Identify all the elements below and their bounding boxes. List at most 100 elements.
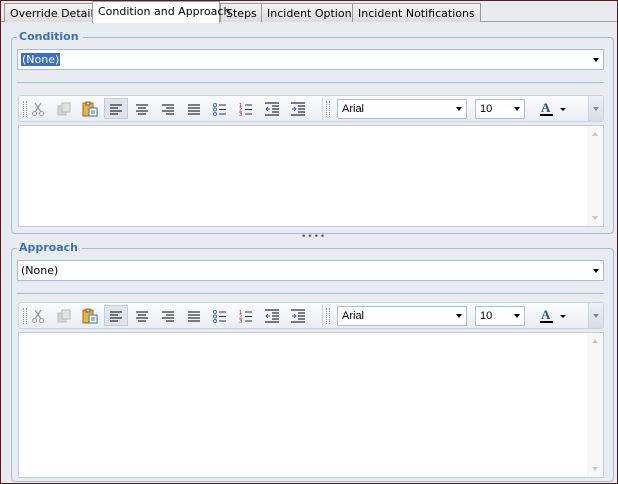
bullet-list-button[interactable] (208, 98, 232, 119)
tab-incident-options[interactable]: Incident Options (261, 3, 364, 22)
copy-button[interactable] (52, 305, 76, 326)
svg-text:A: A (541, 100, 551, 115)
align-right-button[interactable] (156, 98, 180, 119)
indent-button[interactable] (286, 305, 310, 326)
condition-title: Condition (17, 30, 83, 43)
condition-combo[interactable]: (None) (17, 49, 604, 70)
bullet-list-icon (213, 102, 226, 116)
svg-text:3: 3 (239, 112, 242, 117)
font-color-button[interactable]: A (539, 306, 569, 326)
font-color-icon: A (540, 100, 566, 116)
scroll-up-icon[interactable] (592, 132, 598, 136)
align-left-icon (110, 104, 122, 114)
window: Override Details Condition and Approach … (0, 0, 618, 484)
align-right-icon (162, 311, 174, 321)
chevron-down-icon (593, 314, 599, 318)
toolbar-grip[interactable] (326, 308, 330, 324)
paste-icon (82, 308, 98, 323)
copy-button[interactable] (52, 98, 76, 119)
align-center-icon (136, 104, 148, 114)
cut-button[interactable] (26, 98, 50, 119)
outdent-icon (265, 102, 279, 115)
outdent-button[interactable] (260, 305, 284, 326)
bullet-list-button[interactable] (208, 305, 232, 326)
editor-scrollbar[interactable] (587, 333, 603, 477)
justify-button[interactable] (182, 98, 206, 119)
chevron-down-icon[interactable] (593, 58, 599, 62)
toolbar-overflow-button[interactable] (588, 96, 603, 121)
chevron-down-icon (514, 107, 520, 111)
size-value: 10 (480, 310, 493, 322)
splitter-handle[interactable]: •••• (301, 233, 325, 242)
tab-override-details[interactable]: Override Details (4, 3, 106, 22)
condition-group: Condition (None) 123 Arial 10 A (11, 30, 614, 234)
divider (17, 82, 604, 83)
toolbar-overflow-button[interactable] (588, 303, 603, 328)
approach-size-select[interactable]: 10 (475, 306, 525, 326)
align-center-button[interactable] (130, 305, 154, 326)
scroll-down-icon[interactable] (592, 216, 598, 220)
justify-icon (188, 104, 200, 114)
numbered-list-button[interactable]: 123 (234, 305, 258, 326)
justify-button[interactable] (182, 305, 206, 326)
chevron-down-icon (593, 107, 599, 111)
toolbar-grip[interactable] (326, 101, 330, 117)
approach-font-select[interactable]: Arial (337, 306, 467, 326)
approach-editor[interactable] (18, 332, 604, 478)
outdent-icon (265, 309, 279, 322)
divider (17, 293, 604, 294)
scroll-up-icon[interactable] (592, 339, 598, 343)
numbered-list-icon: 123 (239, 103, 252, 117)
tab-bar: Override Details Condition and Approach … (1, 1, 617, 23)
approach-format-toolbar: 123 Arial 10 A (18, 302, 604, 329)
font-color-icon: A (540, 307, 566, 323)
approach-combo[interactable]: (None) (17, 260, 604, 281)
cut-icon (32, 102, 44, 116)
outdent-button[interactable] (260, 98, 284, 119)
align-left-button[interactable] (104, 98, 128, 119)
indent-button[interactable] (286, 98, 310, 119)
condition-combo-value: (None) (21, 53, 61, 66)
toolbar-separator (322, 98, 323, 120)
paste-icon (82, 101, 98, 116)
align-right-button[interactable] (156, 305, 180, 326)
numbered-list-icon: 123 (239, 310, 252, 324)
paste-button[interactable] (78, 98, 102, 119)
svg-text:A: A (541, 307, 551, 322)
chevron-down-icon (456, 107, 462, 111)
size-value: 10 (480, 103, 493, 115)
tab-condition-and-approach[interactable]: Condition and Approach (92, 1, 230, 23)
copy-icon (57, 102, 71, 115)
align-center-button[interactable] (130, 98, 154, 119)
chevron-down-icon (456, 314, 462, 318)
toolbar-separator (322, 305, 323, 327)
editor-scrollbar[interactable] (587, 126, 603, 226)
align-left-icon (110, 311, 122, 321)
align-left-button[interactable] (104, 305, 128, 326)
paste-button[interactable] (78, 305, 102, 326)
approach-title: Approach (17, 241, 83, 254)
font-color-button[interactable]: A (539, 99, 569, 119)
svg-text:3: 3 (239, 319, 242, 324)
indent-icon (291, 102, 305, 115)
justify-icon (188, 311, 200, 321)
condition-editor[interactable] (18, 125, 604, 227)
approach-combo-value: (None) (21, 264, 59, 277)
condition-size-select[interactable]: 10 (475, 99, 525, 119)
scroll-down-icon[interactable] (592, 467, 598, 471)
chevron-down-icon (514, 314, 520, 318)
condition-format-toolbar: 123 Arial 10 A (18, 95, 604, 122)
tab-incident-notifications[interactable]: Incident Notifications (352, 3, 481, 22)
condition-font-select[interactable]: Arial (337, 99, 467, 119)
copy-icon (57, 309, 71, 322)
font-value: Arial (342, 310, 365, 322)
cut-icon (32, 309, 44, 323)
bullet-list-icon (213, 309, 226, 323)
chevron-down-icon[interactable] (593, 269, 599, 273)
numbered-list-button[interactable]: 123 (234, 98, 258, 119)
align-right-icon (162, 104, 174, 114)
approach-group: Approach (None) 123 Arial 10 A (11, 241, 614, 482)
align-center-icon (136, 311, 148, 321)
cut-button[interactable] (26, 305, 50, 326)
indent-icon (291, 309, 305, 322)
